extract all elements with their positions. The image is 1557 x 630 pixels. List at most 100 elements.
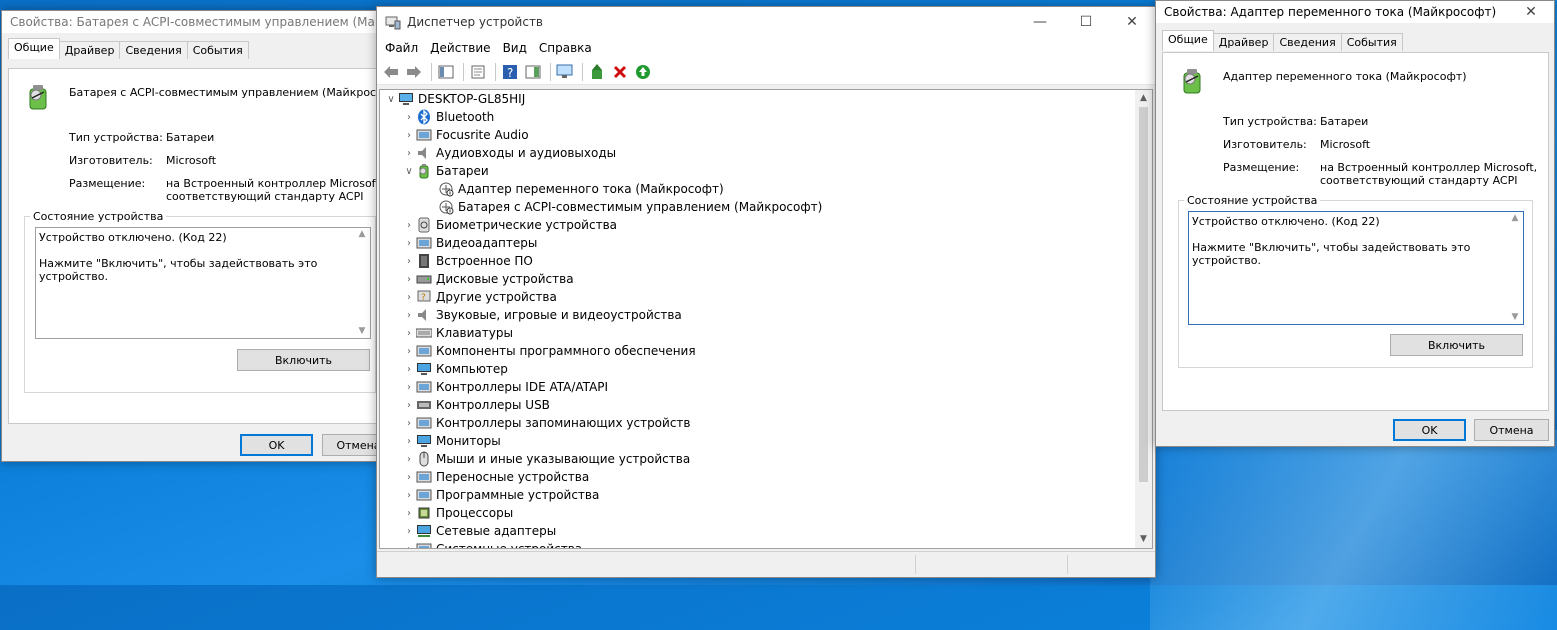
expand-icon[interactable]: › bbox=[402, 418, 416, 429]
right-status-caption: Состояние устройства bbox=[1184, 194, 1321, 207]
minimize-icon[interactable]: — bbox=[1017, 11, 1063, 33]
expand-icon[interactable]: › bbox=[402, 436, 416, 447]
tree-category[interactable]: › Клавиатуры bbox=[380, 324, 1135, 342]
expand-icon[interactable]: › bbox=[402, 256, 416, 267]
expand-icon[interactable]: › bbox=[402, 292, 416, 303]
menu-view[interactable]: Вид bbox=[497, 41, 533, 55]
close-icon[interactable]: ✕ bbox=[1508, 1, 1554, 23]
left-ok-button[interactable]: OK bbox=[240, 434, 313, 456]
expand-icon[interactable]: › bbox=[402, 346, 416, 357]
tree-category[interactable]: › Мыши и иные указывающие устройства bbox=[380, 450, 1135, 468]
scan-hardware-icon[interactable] bbox=[555, 62, 575, 82]
expand-icon[interactable]: › bbox=[402, 112, 416, 123]
right-ok-button[interactable]: OK bbox=[1393, 419, 1466, 441]
tree-category[interactable]: › Компьютер bbox=[380, 360, 1135, 378]
tab-general[interactable]: Общие bbox=[1162, 30, 1214, 51]
tree-root-label: DESKTOP-GL85HIJ bbox=[418, 92, 526, 106]
tree-category-label: Батареи bbox=[436, 164, 489, 178]
expand-icon[interactable]: › bbox=[402, 526, 416, 537]
action-pane-icon[interactable] bbox=[523, 62, 543, 82]
collapse-icon[interactable]: ∨ bbox=[384, 94, 398, 105]
right-status-text[interactable]: Устройство отключено. (Код 22) Нажмите "… bbox=[1188, 211, 1524, 325]
tree-category[interactable]: › Биометрические устройства bbox=[380, 216, 1135, 234]
expand-icon[interactable]: › bbox=[402, 220, 416, 231]
tree-device[interactable]: Батарея с ACPI-совместимым управлением (… bbox=[380, 198, 1135, 216]
tree-category[interactable]: › Контроллеры запоминающих устройств bbox=[380, 414, 1135, 432]
expand-icon[interactable]: › bbox=[402, 364, 416, 375]
right-enable-button[interactable]: Включить bbox=[1390, 334, 1523, 356]
scroll-thumb[interactable] bbox=[1139, 107, 1148, 482]
update-driver-icon[interactable] bbox=[587, 62, 607, 82]
show-hide-tree-icon[interactable] bbox=[436, 62, 456, 82]
collapse-icon[interactable]: ∨ bbox=[402, 166, 416, 177]
tree-category[interactable]: › Мониторы bbox=[380, 432, 1135, 450]
expand-icon[interactable]: › bbox=[402, 490, 416, 501]
tree-category[interactable]: › Контроллеры USB bbox=[380, 396, 1135, 414]
tree-category-label: Встроенное ПО bbox=[436, 254, 533, 268]
expand-icon[interactable]: › bbox=[402, 472, 416, 483]
tab-events[interactable]: События bbox=[186, 41, 249, 59]
tree-category[interactable]: › Дисковые устройства bbox=[380, 270, 1135, 288]
expand-icon[interactable]: › bbox=[402, 130, 416, 141]
left-status-text[interactable]: Устройство отключено. (Код 22) Нажмите "… bbox=[35, 227, 371, 339]
tree-category[interactable]: › Компоненты программного обеспечения bbox=[380, 342, 1135, 360]
tree-category[interactable]: › Звуковые, игровые и видеоустройства bbox=[380, 306, 1135, 324]
expand-icon[interactable]: › bbox=[402, 238, 416, 249]
tree-category[interactable]: ›? Другие устройства bbox=[380, 288, 1135, 306]
tree-category[interactable]: › Видеоадаптеры bbox=[380, 234, 1135, 252]
expand-icon[interactable]: › bbox=[402, 544, 416, 549]
software-component-icon bbox=[416, 343, 432, 359]
tree-category[interactable]: › Программные устройства bbox=[380, 486, 1135, 504]
expand-icon[interactable]: › bbox=[402, 382, 416, 393]
properties-icon[interactable] bbox=[468, 62, 488, 82]
tab-details[interactable]: Сведения bbox=[119, 41, 188, 59]
right-cancel-button[interactable]: Отмена bbox=[1474, 419, 1549, 441]
tree-category[interactable]: › Переносные устройства bbox=[380, 468, 1135, 486]
uninstall-device-icon[interactable] bbox=[610, 62, 630, 82]
tree-category[interactable]: › Сетевые адаптеры bbox=[380, 522, 1135, 540]
tree-device[interactable]: Адаптер переменного тока (Майкрософт) bbox=[380, 180, 1135, 198]
menu-file[interactable]: Файл bbox=[379, 41, 424, 55]
maximize-icon[interactable]: ☐ bbox=[1063, 11, 1109, 33]
tab-details[interactable]: Сведения bbox=[1273, 33, 1342, 51]
tree-category-label: Сетевые адаптеры bbox=[436, 524, 557, 538]
tab-general[interactable]: Общие bbox=[8, 38, 60, 59]
expand-icon[interactable]: › bbox=[402, 148, 416, 159]
tree-category-label: Дисковые устройства bbox=[436, 272, 574, 286]
tab-events[interactable]: События bbox=[1340, 33, 1403, 51]
expand-icon[interactable]: › bbox=[402, 400, 416, 411]
tree-category[interactable]: › Системные устройства bbox=[380, 540, 1135, 548]
tab-driver[interactable]: Драйвер bbox=[1212, 33, 1275, 51]
tree-category[interactable]: › Контроллеры IDE ATA/ATAPI bbox=[380, 378, 1135, 396]
left-status-scrollbar[interactable]: ▲ ▼ bbox=[354, 228, 370, 338]
expand-icon[interactable]: › bbox=[402, 274, 416, 285]
tree-scrollbar[interactable]: ▲ ▼ bbox=[1135, 90, 1152, 548]
menu-help[interactable]: Справка bbox=[533, 41, 598, 55]
tab-driver[interactable]: Драйвер bbox=[58, 41, 121, 59]
enable-device-icon[interactable] bbox=[633, 62, 653, 82]
tree-category[interactable]: › Focusrite Audio bbox=[380, 126, 1135, 144]
right-location-value-2: соответствующий стандарту ACPI bbox=[1320, 174, 1518, 187]
tree-category[interactable]: › Процессоры bbox=[380, 504, 1135, 522]
forward-arrow-icon[interactable] bbox=[404, 62, 424, 82]
expand-icon[interactable]: › bbox=[402, 508, 416, 519]
back-arrow-icon[interactable] bbox=[381, 62, 401, 82]
left-dialog-title: Свойства: Батарея с ACPI-совместимым упр… bbox=[10, 15, 378, 29]
right-status-scrollbar[interactable]: ▲ ▼ bbox=[1507, 212, 1523, 324]
tree-category[interactable]: ∨ Батареи bbox=[380, 162, 1135, 180]
tree-category[interactable]: › Встроенное ПО bbox=[380, 252, 1135, 270]
scroll-up-icon[interactable]: ▲ bbox=[1135, 90, 1152, 107]
tree-category[interactable]: › Аудиовходы и аудиовыходы bbox=[380, 144, 1135, 162]
help-icon[interactable]: ? bbox=[500, 62, 520, 82]
usb-icon bbox=[416, 397, 432, 413]
scroll-down-icon[interactable]: ▼ bbox=[1135, 531, 1152, 548]
expand-icon[interactable]: › bbox=[402, 328, 416, 339]
close-icon[interactable]: ✕ bbox=[1109, 11, 1155, 33]
tree-category[interactable]: › Bluetooth bbox=[380, 108, 1135, 126]
expand-icon[interactable]: › bbox=[402, 310, 416, 321]
svg-text:?: ? bbox=[421, 293, 426, 303]
left-enable-button[interactable]: Включить bbox=[237, 349, 370, 371]
tree-root[interactable]: ∨ DESKTOP-GL85HIJ bbox=[380, 90, 1135, 108]
menu-action[interactable]: Действие bbox=[424, 41, 496, 55]
expand-icon[interactable]: › bbox=[402, 454, 416, 465]
